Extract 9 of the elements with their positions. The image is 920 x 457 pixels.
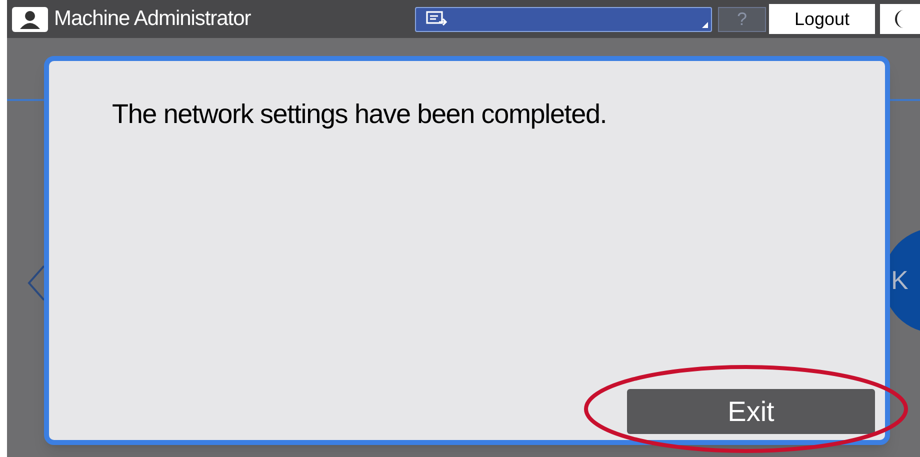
logout-button[interactable]: Logout xyxy=(769,4,875,34)
exit-button[interactable]: Exit xyxy=(627,389,875,434)
user-icon xyxy=(12,6,48,32)
corner-triangle-icon xyxy=(702,22,708,28)
sleep-button[interactable] xyxy=(880,4,920,34)
message-text: The network settings have been completed. xyxy=(112,98,608,131)
mode-dropdown[interactable] xyxy=(415,6,712,32)
screen-icon xyxy=(426,11,448,27)
user-name: Machine Administrator xyxy=(54,6,252,32)
